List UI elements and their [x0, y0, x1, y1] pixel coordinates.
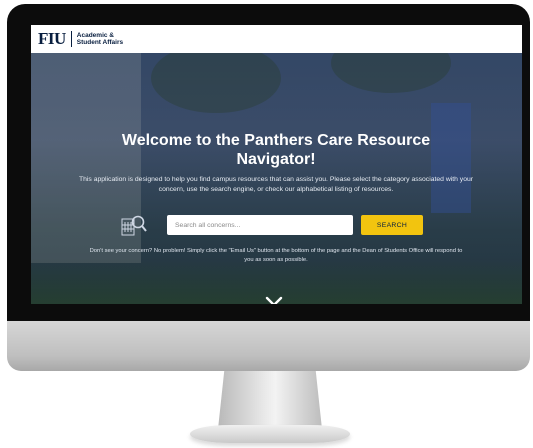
logo-line-2: Student Affairs [76, 39, 124, 46]
monitor-stand-neck [218, 371, 322, 429]
help-note: Don't see your concern? No problem! Simp… [89, 248, 463, 263]
monitor-stand-base [190, 425, 350, 443]
search-input[interactable] [167, 215, 353, 235]
page-title: Welcome to the Panthers Care Resource Na… [121, 132, 431, 168]
page-description: This application is designed to help you… [78, 176, 474, 193]
monitor-frame: Welcome to the Panthers Care Resource Na… [7, 4, 530, 321]
search-bar: SEARCH [121, 214, 423, 236]
building-search-icon [121, 215, 147, 236]
site-header: FIU Academic & Student Affairs [31, 25, 522, 53]
screen: Welcome to the Panthers Care Resource Na… [31, 25, 522, 304]
fiu-logo[interactable]: FIU [38, 29, 66, 49]
monitor-chin [7, 321, 530, 371]
logo-line-1: Academic & [76, 32, 114, 39]
logo-text: Academic & Student Affairs [77, 32, 123, 46]
search-button[interactable]: SEARCH [361, 215, 423, 235]
background-palm [151, 43, 281, 113]
chevron-down-icon[interactable] [265, 296, 283, 304]
hero-section: Welcome to the Panthers Care Resource Na… [31, 33, 522, 304]
logo-divider [70, 31, 72, 47]
